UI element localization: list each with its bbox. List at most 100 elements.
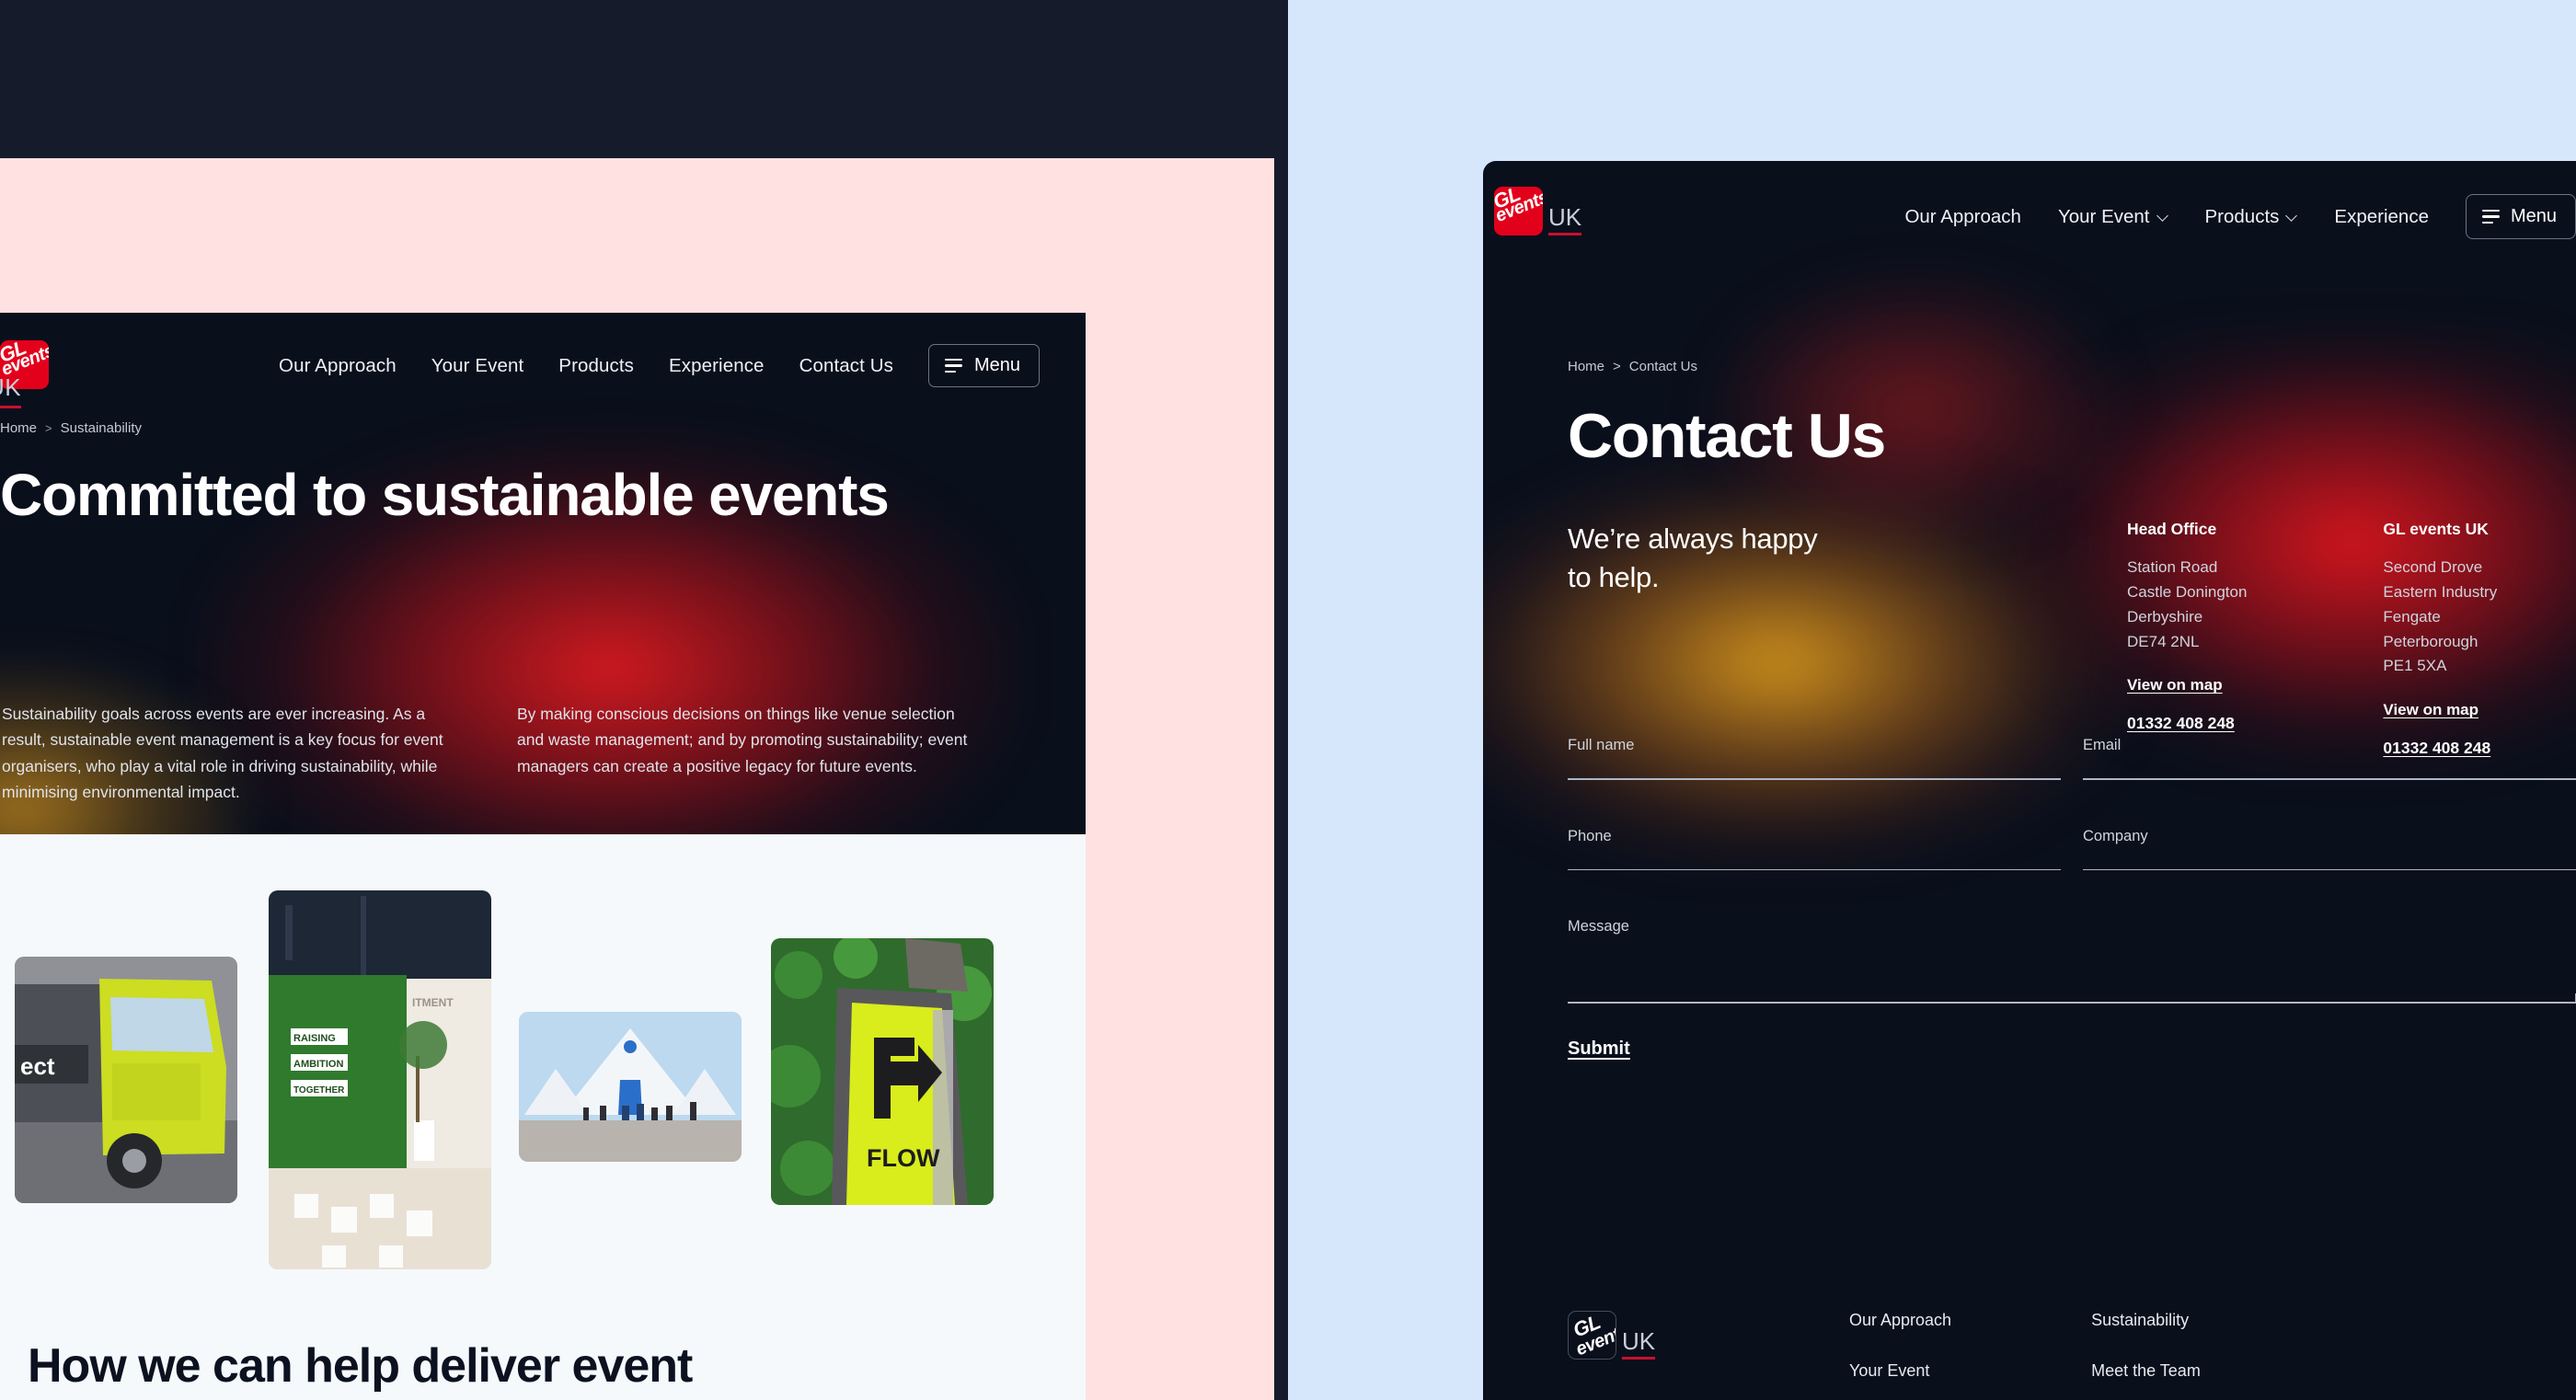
svg-text:ITMENT: ITMENT	[412, 996, 454, 1009]
left-primary-nav: Our Approach Your Event Products Experie…	[279, 344, 1040, 387]
gallery-image-flow-hi-vis[interactable]: FLOW	[771, 938, 994, 1205]
menu-button[interactable]: Menu	[2465, 194, 2576, 239]
nav-item-contact-us[interactable]: Contact Us	[799, 355, 893, 377]
right-primary-nav: Our Approach Your Event Products Experie…	[1904, 194, 2576, 239]
submit-button[interactable]: Submit	[1568, 1039, 1630, 1060]
svg-text:TOGETHER: TOGETHER	[293, 1085, 345, 1096]
hero-paragraph-columns: Sustainability goals across events are e…	[2, 701, 977, 805]
footer-logo[interactable]: GL events UK	[1568, 1311, 1656, 1360]
address-line: Eastern Industry	[2383, 582, 2498, 601]
gallery-image-event-tent[interactable]	[519, 1012, 742, 1162]
field-company: Company	[2083, 828, 2576, 871]
office-head-office: Head Office Station Road Castle Doningto…	[2127, 520, 2247, 758]
hero-paragraph-2: By making conscious decisions on things …	[517, 705, 968, 775]
contact-page-card: GL events UK Our Approach Your Event Pro…	[1483, 161, 2576, 1400]
nav-item-products[interactable]: Products	[2205, 206, 2298, 228]
right-logo[interactable]: GL events UK	[1494, 187, 1582, 235]
field-message: Message	[1568, 918, 2576, 1004]
field-underline[interactable]	[2083, 778, 2576, 780]
address-line: PE1 5XA	[2383, 657, 2447, 675]
left-header: GL events UK Our Approach Your Event Pro…	[0, 313, 1086, 408]
logo-uk-label: UK	[1622, 1329, 1656, 1360]
menu-button[interactable]: Menu	[927, 344, 1040, 387]
field-label: Company	[2083, 827, 2148, 844]
footer-link-your-event[interactable]: Your Event	[1849, 1361, 1951, 1381]
nav-item-experience[interactable]: Experience	[2334, 206, 2429, 228]
nav-item-our-approach[interactable]: Our Approach	[279, 355, 397, 377]
nav-item-your-event[interactable]: Your Event	[2058, 206, 2168, 228]
section-heading-how-we-help: How we can help deliver event	[28, 1339, 693, 1393]
nav-item-your-event[interactable]: Your Event	[431, 355, 524, 377]
gallery-image-green-wall-stand[interactable]: RAISING AMBITION TOGETHER ITMENT	[269, 890, 491, 1269]
hamburger-icon	[944, 359, 962, 373]
field-email: Email	[2083, 737, 2576, 780]
field-underline[interactable]	[2083, 868, 2576, 871]
chevron-down-icon	[2287, 212, 2297, 222]
nav-item-products[interactable]: Products	[558, 355, 634, 377]
logo-uk-label: UK	[1548, 205, 1582, 235]
left-logo[interactable]: GL events UK	[0, 340, 49, 408]
footer-link-our-approach[interactable]: Our Approach	[1849, 1311, 1951, 1330]
field-label: Phone	[1568, 827, 1612, 844]
hamburger-icon	[2481, 210, 2500, 224]
address-line: Derbyshire	[2127, 607, 2203, 625]
menu-button-label: Menu	[973, 355, 1020, 375]
phone-link[interactable]: 01332 408 248	[2127, 714, 2247, 733]
footer-link-meet-the-team[interactable]: Meet the Team	[2091, 1361, 2201, 1381]
office-heading: GL events UK	[2383, 520, 2489, 538]
address-line: Castle Donington	[2127, 582, 2248, 601]
left-breadcrumb: Home > Sustainability	[0, 420, 142, 436]
office-heading: Head Office	[2127, 520, 2217, 538]
svg-text:ect: ect	[20, 1052, 55, 1080]
view-on-map-link[interactable]: View on map	[2383, 701, 2497, 719]
breadcrumb-separator-icon: >	[45, 421, 52, 435]
logo-uk-label: UK	[0, 373, 22, 408]
office-gl-events-uk: GL events UK Second Drove Eastern Indust…	[2383, 520, 2497, 758]
address-line: Station Road	[2127, 558, 2218, 576]
left-browser-panel: GL events UK Our Approach Your Event Pro…	[0, 0, 1274, 1400]
chevron-down-icon	[2158, 212, 2168, 222]
breadcrumb-current: Sustainability	[60, 420, 142, 436]
nav-item-our-approach[interactable]: Our Approach	[1904, 206, 2021, 228]
svg-text:RAISING: RAISING	[293, 1033, 336, 1044]
footer-link-columns: Our Approach Your Event Sustainability M…	[1849, 1311, 2201, 1400]
svg-text:FLOW: FLOW	[867, 1144, 940, 1172]
breadcrumb-home[interactable]: Home	[0, 420, 37, 436]
field-full-name: Full name	[1568, 737, 2061, 780]
nav-label: Your Event	[2057, 205, 2150, 227]
hero-paragraph-1: Sustainability goals across events are e…	[2, 705, 443, 802]
field-label: Message	[1568, 918, 1629, 935]
field-label: Email	[2083, 737, 2122, 753]
breadcrumb-current: Contact Us	[1628, 359, 1697, 374]
resize-handle-icon[interactable]	[2567, 993, 2576, 1003]
right-breadcrumb: Home > Contact Us	[1568, 359, 1697, 374]
gl-events-logo-icon: GL events	[1568, 1311, 1616, 1360]
address-line: Fengate	[2383, 607, 2441, 625]
field-underline[interactable]	[1568, 868, 2061, 871]
nav-label: Products	[2204, 205, 2280, 227]
svg-text:AMBITION: AMBITION	[293, 1059, 343, 1070]
field-label: Full name	[1568, 737, 1635, 753]
address-line: Second Drove	[2383, 558, 2483, 576]
field-underline[interactable]	[1568, 993, 2576, 1004]
right-header: GL events UK Our Approach Your Event Pro…	[1483, 161, 2576, 257]
breadcrumb-home[interactable]: Home	[1568, 359, 1604, 374]
form-row-1: Full name Email	[1568, 737, 2576, 828]
breadcrumb-separator-icon: >	[1613, 359, 1621, 374]
address-line: Peterborough	[2383, 632, 2478, 650]
page-title: Contact Us	[1568, 401, 1886, 471]
gallery-image-refuse-truck[interactable]: ect	[15, 957, 237, 1203]
field-underline[interactable]	[1568, 778, 2061, 780]
menu-button-label: Menu	[2510, 206, 2557, 226]
field-phone: Phone	[1568, 828, 2061, 871]
nav-item-experience[interactable]: Experience	[669, 355, 765, 377]
office-addresses: Head Office Station Road Castle Doningto…	[2127, 520, 2497, 758]
footer-column-2: Sustainability Meet the Team	[2091, 1311, 2201, 1400]
page-title: Committed to sustainable events	[0, 462, 890, 528]
footer-link-sustainability[interactable]: Sustainability	[2091, 1311, 2201, 1330]
sustainability-hero-card: GL events UK Our Approach Your Event Pro…	[0, 313, 1086, 834]
screenshot-stage: GL events UK Our Approach Your Event Pro…	[0, 0, 2576, 1400]
view-on-map-link[interactable]: View on map	[2127, 676, 2247, 694]
form-row-2: Phone Company	[1568, 828, 2576, 919]
footer-column-1: Our Approach Your Event	[1849, 1311, 1951, 1400]
